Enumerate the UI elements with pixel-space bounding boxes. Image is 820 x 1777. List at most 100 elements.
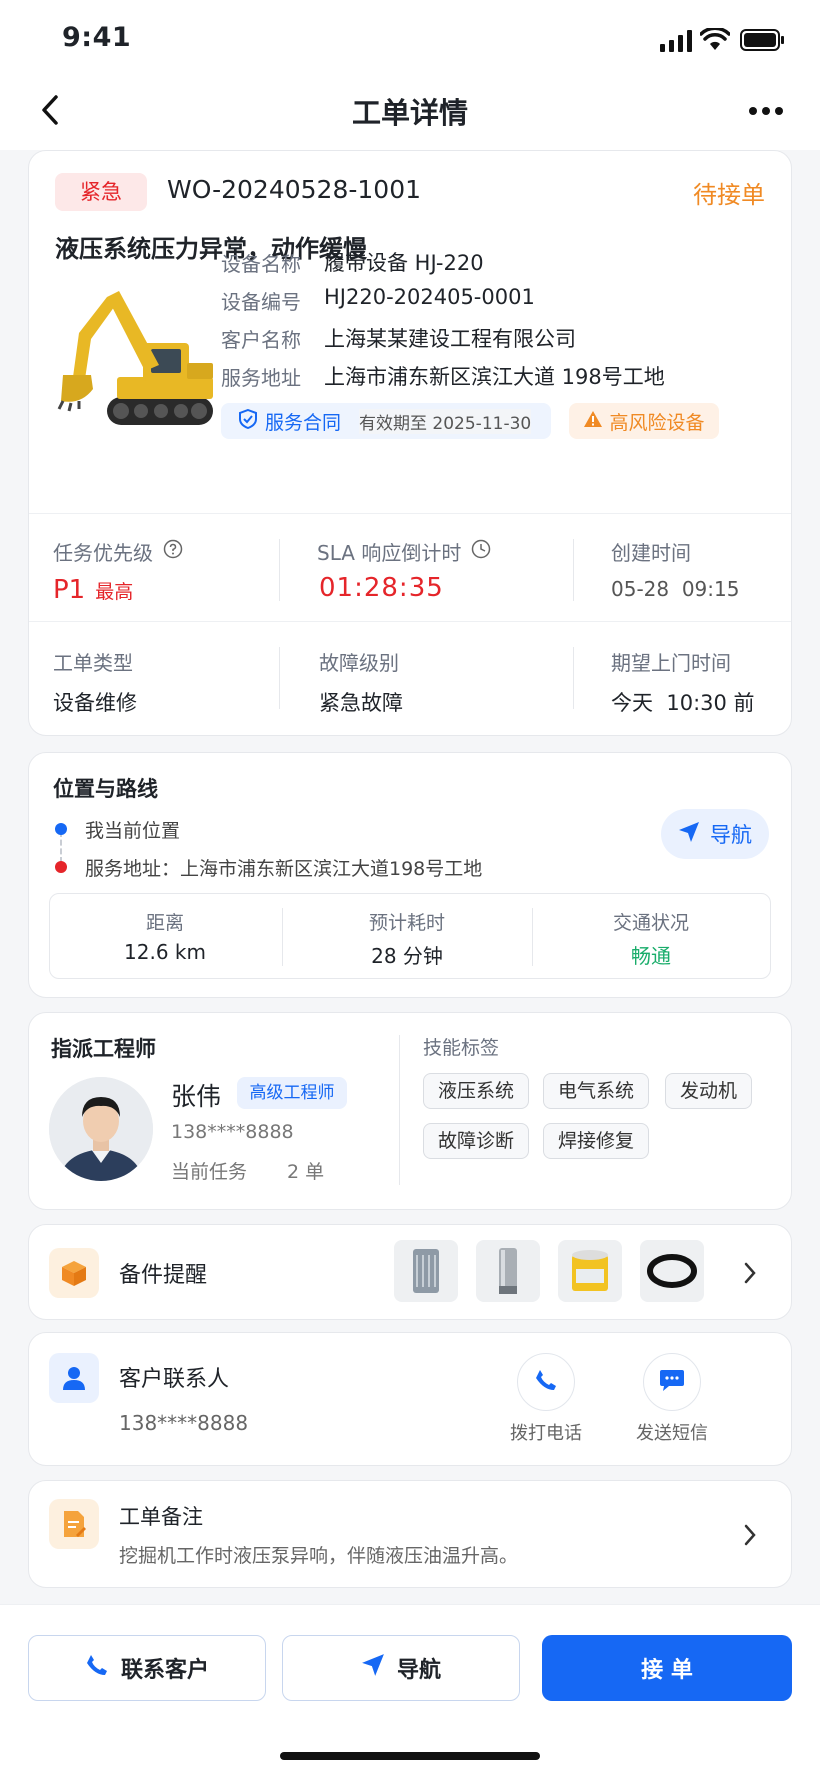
phone-icon	[85, 1653, 109, 1683]
help-icon[interactable]	[163, 539, 183, 564]
status-bar: 9:41	[0, 0, 820, 76]
call-button[interactable]	[517, 1353, 575, 1411]
excavator-image	[47, 279, 217, 435]
eta-label: 预计耗时	[368, 912, 445, 934]
contact-card: 客户联系人 138****8888 拨打电话 发送短信	[28, 1332, 792, 1466]
chevron-right-icon[interactable]	[743, 1523, 757, 1551]
order-id: WO-20240528-1001	[167, 175, 422, 204]
divider	[573, 539, 574, 601]
engineer-title: 指派工程师	[51, 1037, 156, 1061]
engineer-level-badge: 高级工程师	[237, 1077, 347, 1109]
skill-tag: 电气系统	[543, 1073, 650, 1109]
order-card: 紧急 WO-20240528-1001 待接单 液压系统压力异常，动作缓慢 设备…	[28, 150, 792, 736]
remark-text: 挖掘机工作时液压泵异响，伴随液压油温升高。	[119, 1545, 519, 1567]
risk-badge: 高风险设备	[569, 403, 719, 439]
fault-level-value: 紧急故障	[319, 691, 403, 715]
field-label-equipment-no: 设备编号	[221, 290, 301, 314]
divider	[29, 513, 791, 514]
skill-tag: 故障诊断	[423, 1123, 530, 1159]
skill-tag: 液压系统	[423, 1073, 530, 1109]
location-card: 位置与路线 我当前位置 服务地址：上海市浦东新区滨江大道198号工地 导航 距离…	[28, 752, 792, 998]
expected-value: 今天 10:30 前	[611, 691, 755, 715]
avatar[interactable]	[49, 1077, 153, 1181]
signal-icon	[660, 30, 692, 56]
expected-label: 期望上门时间	[611, 651, 731, 675]
navigate-button[interactable]: 导航	[282, 1635, 520, 1701]
contract-validity: 有效期至 2025-11-30	[359, 408, 532, 434]
part-thumbnail-cylinder[interactable]	[476, 1240, 540, 1302]
fault-level-label: 故障级别	[319, 651, 399, 675]
engineer-task-label: 当前任务	[171, 1161, 248, 1183]
route-line	[60, 831, 62, 863]
created-value: 05-28 09:15	[611, 577, 740, 601]
contact-phone: 138****8888	[119, 1411, 249, 1435]
skill-tag: 发动机	[665, 1073, 753, 1109]
navigation-arrow-icon	[678, 821, 700, 847]
type-value: 设备维修	[53, 691, 137, 715]
warning-icon	[583, 410, 603, 432]
destination-text: 服务地址：上海市浦东新区滨江大道198号工地	[85, 858, 483, 880]
part-thumbnail-seal-ring[interactable]	[640, 1240, 704, 1302]
navigate-pill-button[interactable]: 导航	[661, 809, 769, 859]
divider	[399, 1035, 400, 1185]
my-location-dot	[55, 823, 67, 835]
message-icon	[659, 1368, 685, 1396]
contact-title: 客户联系人	[119, 1367, 230, 1392]
field-label-address: 服务地址	[221, 366, 301, 390]
remark-card[interactable]: 工单备注 挖掘机工作时液压泵异响，伴随液压油温升高。	[28, 1480, 792, 1588]
battery-icon	[740, 28, 786, 56]
urgency-badge: 紧急	[55, 173, 147, 211]
sla-countdown: 01:28:35	[319, 573, 444, 603]
eta-value: 28 分钟	[371, 944, 443, 968]
wifi-icon	[699, 26, 731, 56]
divider	[573, 647, 574, 709]
part-thumbnail-oil-bucket[interactable]	[558, 1240, 622, 1302]
type-label: 工单类型	[53, 651, 133, 675]
divider	[279, 647, 280, 709]
urgency-text: 紧急	[80, 180, 122, 204]
divider	[29, 621, 791, 622]
fault-title: 液压系统压力异常，动作缓慢	[55, 235, 367, 263]
contract-badge[interactable]: 服务合同 有效期至 2025-11-30	[221, 403, 551, 439]
status-time: 9:41	[62, 22, 132, 53]
chevron-right-icon[interactable]	[743, 1261, 757, 1289]
contact-customer-button[interactable]: 联系客户	[28, 1635, 266, 1701]
shield-icon	[239, 408, 257, 433]
sms-button[interactable]	[643, 1353, 701, 1411]
more-icon[interactable]	[748, 102, 784, 121]
engineer-phone: 138****8888	[171, 1121, 294, 1143]
remark-title: 工单备注	[119, 1505, 203, 1529]
home-indicator	[280, 1752, 540, 1760]
priority-label: 任务优先级	[53, 537, 183, 566]
field-label-equipment-name: 设备名称	[221, 252, 301, 276]
traffic-value: 畅通	[631, 944, 671, 968]
field-value-customer: 上海某某建设工程有限公司	[324, 327, 576, 351]
traffic-label: 交通状况	[612, 912, 689, 934]
phone-icon	[534, 1368, 558, 1396]
distance-label: 距离	[145, 912, 184, 934]
engineer-task-value: 2 单	[287, 1161, 325, 1183]
distance-value: 12.6 km	[124, 940, 206, 964]
accept-order-button[interactable]: 接 单	[542, 1635, 792, 1701]
sms-label[interactable]: 发送短信	[615, 1419, 729, 1445]
page-title: 工单详情	[351, 96, 468, 130]
package-icon	[49, 1248, 99, 1298]
contract-label: 服务合同	[265, 411, 342, 434]
field-label-customer: 客户名称	[221, 328, 301, 352]
skill-tag: 焊接修复	[543, 1123, 650, 1159]
engineer-card: 指派工程师 张伟 高级工程师 138****8888 当前任务 2 单 技能标签…	[28, 1012, 792, 1210]
divider	[279, 539, 280, 601]
field-value-equipment-name: 履带设备 HJ-220	[324, 251, 484, 275]
field-value-equipment-no: HJ220-202405-0001	[324, 285, 535, 309]
nav-bar: 工单详情	[0, 76, 820, 150]
clock-icon	[471, 539, 491, 564]
destination-dot	[55, 861, 67, 873]
call-label[interactable]: 拨打电话	[489, 1419, 603, 1445]
priority-value: P1 最高	[53, 575, 134, 605]
engineer-name: 张伟	[171, 1082, 222, 1111]
parts-title: 备件提醒	[119, 1263, 208, 1288]
sla-label: SLA 响应倒计时	[317, 537, 491, 566]
route-stats: 距离 12.6 km 预计耗时 28 分钟 交通状况 畅通	[49, 893, 771, 979]
part-thumbnail-filter[interactable]	[394, 1240, 458, 1302]
risk-label: 高风险设备	[609, 411, 705, 434]
